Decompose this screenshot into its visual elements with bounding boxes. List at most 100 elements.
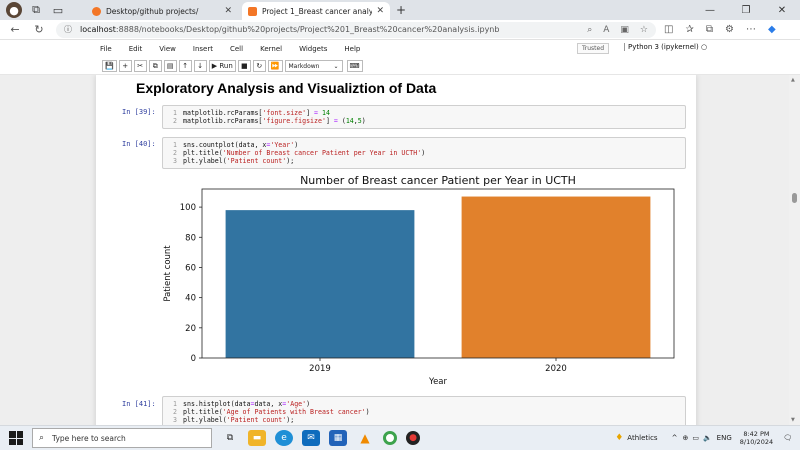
move-down-icon[interactable]: ↓ <box>193 60 207 72</box>
paste-icon[interactable]: ▤ <box>163 60 177 72</box>
kernel-name: Python 3 (ipykernel) <box>628 43 699 51</box>
cell-prompt: In [40]: <box>122 140 156 148</box>
menu-items: File Edit View Insert Cell Kernel Widgets Help <box>100 45 377 53</box>
search-icon: ⌕ <box>39 433 45 443</box>
menu-widgets[interactable]: Widgets <box>299 45 327 53</box>
clock-time: 8:42 PM <box>743 430 770 438</box>
volume-icon[interactable]: 🔈 <box>703 434 712 442</box>
chevron-down-icon: ⌄ <box>333 62 339 70</box>
record-app-icon[interactable]: ● <box>406 431 420 445</box>
back-icon[interactable]: ← <box>6 23 24 36</box>
favorites-icon[interactable]: ✰ <box>685 24 693 35</box>
y-tick-label: 40 <box>185 294 196 304</box>
copy-icon[interactable]: ⧉ <box>148 60 162 72</box>
notebook-page: Exploratory Analysis and Visualiztion of… <box>96 75 696 425</box>
cell-prompt: In [39]: <box>122 108 156 116</box>
run-button[interactable]: ▶ Run <box>208 60 236 72</box>
url-field[interactable]: ⓘ localhost :8888/notebooks/Desktop/gith… <box>56 21 656 38</box>
restart-icon[interactable]: ↻ <box>252 60 266 72</box>
tray-chevron-icon[interactable]: ^ <box>672 434 678 442</box>
menu-edit[interactable]: Edit <box>129 45 143 53</box>
file-explorer-icon[interactable]: ▬ <box>248 430 266 446</box>
clock-date: 8/10/2024 <box>739 438 774 446</box>
cell-type-select[interactable]: Markdown ⌄ <box>284 60 343 72</box>
edge-browser-icon[interactable]: e <box>275 430 293 446</box>
bar-2020 <box>461 196 651 358</box>
run-label: Run <box>219 62 233 70</box>
collections-icon[interactable]: ⧉ <box>28 2 44 18</box>
collections-icon[interactable]: ⧉ <box>706 24 713 35</box>
new-tab-icon[interactable]: + <box>396 3 406 17</box>
close-window-icon[interactable]: ✕ <box>764 5 800 16</box>
command-palette-icon[interactable]: ⌨ <box>346 60 363 72</box>
notifications-icon[interactable]: 🗨 <box>783 434 792 442</box>
countplot-chart: Number of Breast cancer Patient per Year… <box>163 174 675 386</box>
menu-help[interactable]: Help <box>344 45 360 53</box>
tab-actions-icon[interactable]: ▭ <box>50 2 66 18</box>
weather-widget[interactable]: ♦ Athletics <box>615 433 657 443</box>
scrollbar-thumb[interactable] <box>792 193 797 203</box>
trusted-badge[interactable]: Trusted <box>577 43 610 54</box>
close-tab-icon[interactable]: ✕ <box>224 6 232 16</box>
favorite-star-icon[interactable]: ☆ <box>640 25 648 35</box>
task-view-icon[interactable]: ⧉ <box>221 430 239 446</box>
kernel-status-icon: ○ <box>700 43 708 51</box>
jupyter-menubar: File Edit View Insert Cell Kernel Widgets Help … <box>0 40 800 58</box>
restart-run-all-icon[interactable]: ⏩ <box>267 60 283 72</box>
info-icon[interactable]: ⓘ <box>64 24 72 35</box>
save-icon[interactable]: 💾 <box>102 60 117 72</box>
clock[interactable]: 8:42 PM 8/10/2024 <box>740 430 773 446</box>
menu-insert[interactable]: Insert <box>193 45 213 53</box>
y-tick-label: 20 <box>185 324 196 334</box>
cut-icon[interactable]: ✂ <box>133 60 147 72</box>
scroll-down-icon[interactable]: ▼ <box>791 417 795 423</box>
jupyter-toolbar: 💾 + ✂ ⧉ ▤ ↑ ↓ ▶ Run ■ ↻ ⏩ Markdown ⌄ ⌨ <box>0 58 800 75</box>
code-cell[interactable]: 1 matplotlib.rcParams['font.size'] = 14 2… <box>162 105 686 129</box>
vlc-icon[interactable]: ▲ <box>356 430 374 446</box>
page-scrollbar[interactable]: ▲ ▼ <box>789 75 800 425</box>
tab-project-notebook[interactable]: Project 1_Breast cancer analysis ✕ <box>242 2 390 20</box>
interrupt-icon[interactable]: ■ <box>237 60 251 72</box>
menu-kernel[interactable]: Kernel <box>260 45 282 53</box>
search-placeholder: Type here to search <box>52 433 126 443</box>
windows-start-icon[interactable] <box>9 431 23 445</box>
cell-prompt: In [41]: <box>122 400 156 408</box>
menu-cell[interactable]: Cell <box>230 45 243 53</box>
read-aloud-icon[interactable]: A <box>603 25 609 35</box>
move-up-icon[interactable]: ↑ <box>178 60 192 72</box>
network-icon[interactable]: ⊕ <box>682 434 688 442</box>
profile-avatar-icon[interactable]: ● <box>6 2 22 18</box>
refresh-icon[interactable]: ↻ <box>30 23 48 36</box>
close-tab-icon[interactable]: ✕ <box>376 6 384 16</box>
extensions-icon[interactable]: ⚙ <box>725 24 734 35</box>
y-tick-label: 80 <box>185 233 196 243</box>
notebook-favicon-icon <box>248 6 257 16</box>
menu-file[interactable]: File <box>100 45 112 53</box>
store-icon[interactable]: ▦ <box>329 430 347 446</box>
language-indicator[interactable]: ENG <box>717 434 732 442</box>
notebook-area: Exploratory Analysis and Visualiztion of… <box>0 75 800 425</box>
url-path: :8888/notebooks/Desktop/github%20project… <box>115 25 500 34</box>
code-cell[interactable]: 1 sns.countplot(data, x = 'Year') 2 plt.titl… <box>162 137 686 169</box>
split-screen-icon[interactable]: ◫ <box>664 24 673 35</box>
app-available-icon[interactable]: ▣ <box>620 25 629 35</box>
code-cell[interactable]: 1 sns.histplot(data = data, x = 'Age') 2 plt.t… <box>162 396 686 425</box>
menu-view[interactable]: View <box>159 45 176 53</box>
system-tray: ♦ Athletics ^ ⊕ ▭ 🔈 ENG 8:42 PM 8/10/2024… <box>615 430 800 446</box>
zoom-icon[interactable]: ⌕ <box>587 25 592 35</box>
more-menu-icon[interactable]: ⋯ <box>746 24 756 35</box>
tab-desktop-github[interactable]: Desktop/github projects/ ✕ <box>86 2 238 20</box>
window-controls: — ❐ ✕ <box>692 5 800 16</box>
copilot-icon[interactable]: ◆ <box>768 24 776 35</box>
x-axis-label: Year <box>428 377 448 386</box>
mail-icon[interactable]: ✉ <box>302 430 320 446</box>
restore-icon[interactable]: ❐ <box>728 5 764 16</box>
chrome-like-icon[interactable] <box>383 431 397 445</box>
taskbar-search[interactable]: ⌕ Type here to search <box>32 428 212 448</box>
battery-icon[interactable]: ▭ <box>692 434 699 442</box>
insert-cell-icon[interactable]: + <box>118 60 132 72</box>
minimize-icon[interactable]: — <box>692 5 728 16</box>
jupyter-favicon-icon <box>92 6 101 16</box>
scroll-up-icon[interactable]: ▲ <box>791 77 795 83</box>
run-icon: ▶ <box>211 62 218 70</box>
